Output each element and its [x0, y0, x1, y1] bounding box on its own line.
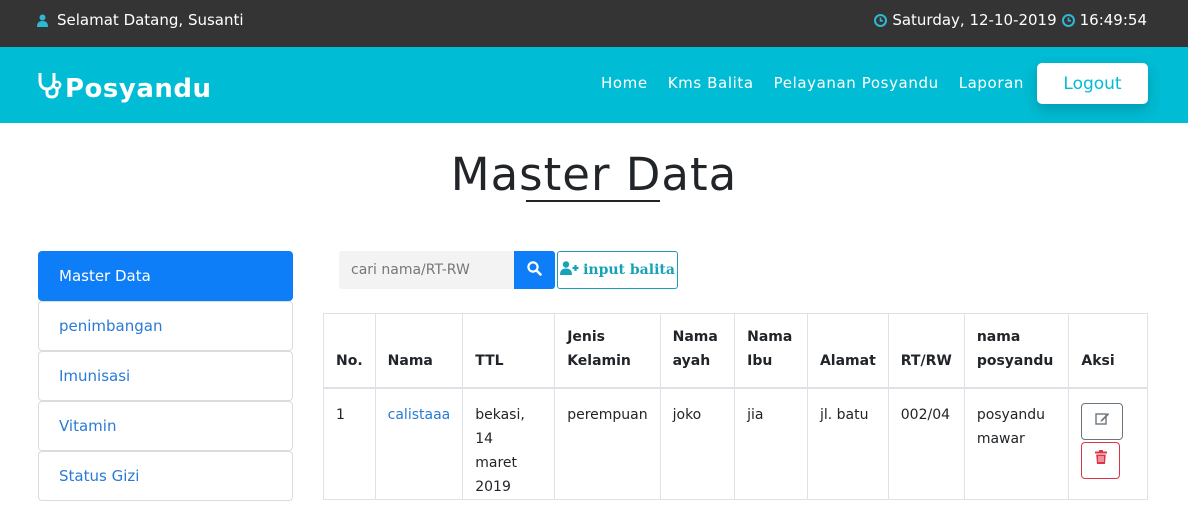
header-ibu-line1: Nama [747, 328, 793, 345]
header-no-label: No. [336, 352, 363, 369]
header-ayah-line2: ayah [672, 352, 711, 369]
header-nama-label: Nama [387, 352, 433, 369]
date-text: Saturday, 12-10-2019 [892, 11, 1057, 29]
cell-ttl-line1: bekasi, 14 [475, 406, 525, 447]
cell-ttl-line2: maret 2019 [475, 454, 518, 495]
welcome-message: Selamat Datang, Susanti [37, 11, 244, 29]
edit-button[interactable] [1081, 402, 1124, 440]
header-ttl-label: TTL [475, 352, 504, 369]
cell-no: 1 [323, 387, 376, 500]
header-nama-ibu: Nama Ibu [734, 313, 808, 389]
title-underline [526, 200, 660, 202]
header-alamat-label: Alamat [819, 352, 876, 369]
header-nama-ayah: Nama ayah [659, 313, 736, 389]
sidebar-item-imunisasi[interactable]: Imunisasi [38, 351, 293, 401]
header-aksi: Aksi [1068, 313, 1148, 389]
header-ttl: TTL [462, 313, 556, 389]
nav-laporan[interactable]: Laporan [959, 74, 1024, 92]
nav-kms-balita[interactable]: Kms Balita [668, 74, 754, 92]
header-posyandu-line2: posyandu [976, 352, 1054, 369]
header-jenis-line2: Kelamin [567, 352, 631, 369]
search-input[interactable] [339, 251, 514, 289]
table-row: 1 calistaaa bekasi, 14 maret 2019 perempu… [323, 387, 1148, 500]
balita-table: No. Nama TTL Jenis Kelamin Nama ayah Nama I… [323, 313, 1148, 500]
sidebar-item-master-data[interactable]: Master Data [38, 251, 293, 301]
time-text: 16:49:54 [1079, 11, 1147, 29]
logout-button[interactable]: Logout [1037, 63, 1148, 104]
welcome-text: Selamat Datang, Susanti [57, 11, 244, 29]
user-icon [37, 14, 48, 27]
header-jenis-line1: Jenis [567, 328, 605, 345]
cell-posyandu-line2: mawar [976, 430, 1025, 447]
nav-pelayanan-posyandu[interactable]: Pelayanan Posyandu [774, 74, 939, 92]
table-header-row: No. Nama TTL Jenis Kelamin Nama ayah Nama I… [323, 313, 1148, 389]
trash-icon [1094, 448, 1107, 472]
cell-nama-ibu: jia [734, 387, 808, 500]
nav-home[interactable]: Home [601, 74, 648, 92]
header-no: No. [323, 313, 376, 389]
search-icon [527, 260, 542, 280]
edit-icon [1095, 409, 1110, 433]
sidebar-item-penimbangan[interactable]: penimbangan [38, 301, 293, 351]
input-balita-label: input balita [583, 262, 675, 278]
clock-icon [1061, 13, 1075, 27]
nav-links: Home Kms Balita Pelayanan Posyandu Lapor… [601, 74, 1024, 92]
cell-aksi [1068, 387, 1148, 500]
header-jenis-kelamin: Jenis Kelamin [554, 313, 661, 389]
cell-ttl: bekasi, 14 maret 2019 [462, 387, 556, 500]
header-nama-posyandu: nama posyandu [963, 313, 1070, 389]
header-rt-rw: RT/RW [887, 313, 965, 389]
sidebar-menu: Master Data penimbangan Imunisasi Vitami… [38, 251, 293, 501]
cell-alamat: jl. batu [806, 387, 889, 500]
cell-posyandu-line1: posyandu [976, 406, 1046, 423]
header-alamat: Alamat [806, 313, 889, 389]
cell-rt-rw: 002/04 [887, 387, 965, 500]
search-group [339, 251, 555, 289]
brand-name: Posyandu [65, 73, 212, 104]
header-ayah-line1: Nama [672, 328, 718, 345]
sidebar-item-status-gizi[interactable]: Status Gizi [38, 451, 293, 501]
page-title: Master Data [450, 148, 738, 201]
header-aksi-label: Aksi [1081, 352, 1115, 369]
main-navbar: Posyandu Home Kms Balita Pelayanan Posya… [0, 47, 1188, 123]
sidebar-item-vitamin[interactable]: Vitamin [38, 401, 293, 451]
cell-nama-ayah: joko [659, 387, 736, 500]
clock-icon [874, 13, 888, 27]
header-nama: Nama [374, 313, 464, 389]
delete-button[interactable] [1081, 441, 1121, 479]
input-balita-button[interactable]: input balita [557, 251, 678, 289]
cell-jenis-kelamin: perempuan [554, 387, 661, 500]
brand-logo[interactable]: Posyandu [37, 71, 212, 106]
header-rtrw-label: RT/RW [900, 352, 952, 369]
header-ibu-line2: Ibu [747, 352, 773, 369]
search-button[interactable] [514, 251, 555, 289]
cell-nama-link[interactable]: calistaaa [374, 387, 464, 500]
top-bar: Selamat Datang, Susanti Saturday, 12-10-… [0, 0, 1188, 47]
cell-nama-posyandu: posyandu mawar [963, 387, 1070, 500]
date-time: Saturday, 12-10-2019 16:49:54 [874, 11, 1147, 29]
stethoscope-icon [37, 71, 65, 106]
header-posyandu-line1: nama [976, 328, 1021, 345]
user-plus-icon [560, 261, 579, 279]
